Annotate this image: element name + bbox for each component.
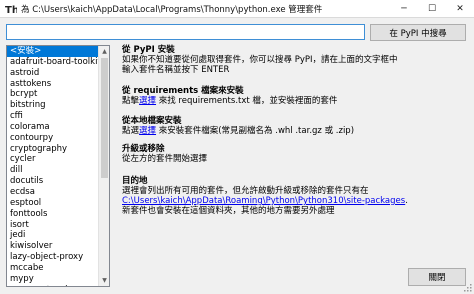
title-bar: Th 為 C:\Users\kaich\AppData\Local\Progra… [0,0,474,18]
scroll-thumb[interactable] [101,58,108,178]
section-target: 目的地 選裡會列出所有可用的套件，但允許啟動升級或移除的套件只有在 C:\Use… [122,176,467,216]
package-list-item[interactable]: docutils [7,176,99,187]
window-title: 為 C:\Users\kaich\AppData\Local\Programs\… [21,5,323,15]
package-list-item[interactable]: cycler [7,154,99,165]
package-list-item[interactable]: esptool [7,198,99,209]
package-list-item[interactable]: <安裝> [7,46,99,57]
section-text: 新套件也會安裝在這個資料夾，其他的地方需要另外處理 [122,206,335,216]
section-heading: 從本地檔案安裝 [122,116,182,126]
maximize-button[interactable]: ☐ [418,0,446,18]
svg-text:Th: Th [5,5,17,15]
text-prefix: 點選 [122,126,140,136]
package-list-item[interactable]: lazy-object-proxy [7,252,99,263]
section-text: 從左方的套件開始選擇 [122,154,208,164]
package-list-item[interactable]: adafruit-board-toolkit [7,57,99,68]
section-install-from-requirements: 從 requirements 檔案來安裝 點擊選擇 來找 requirement… [122,86,467,106]
package-list-item[interactable]: mypy-extensions [7,285,99,286]
section-heading: 從 requirements 檔案來安裝 [122,86,244,96]
section-install-from-pypi: 從 PyPI 安裝 如果你不知道要從何處取得套件，你可以搜尋 PyPI，請在上面… [122,45,467,75]
resize-grip-icon[interactable] [464,284,472,292]
select-local-file-link[interactable]: 選擇 [139,126,156,136]
package-list-item[interactable]: asttokens [7,79,99,90]
close-window-button[interactable]: ✕ [446,0,474,18]
package-list-item[interactable]: bitstring [7,100,99,111]
package-list-item[interactable]: cryptography [7,144,99,155]
section-text: 點選選擇 來安裝套件檔案(常見副檔名為 .whl .tar.gz 或 .zip) [122,126,467,136]
package-list-item[interactable]: astroid [7,68,99,79]
package-list[interactable]: <安裝> adafruit-board-toolkit astroid asttoke… [6,45,110,287]
package-list-item[interactable]: contourpy [7,133,99,144]
section-text: C:\Users\kaich\AppData\Roaming\Python\Py… [122,196,467,206]
section-heading: 從 PyPI 安裝 [122,45,175,55]
text-suffix: 來安裝套件檔案(常見副檔名為 .whl .tar.gz 或 .zip) [158,126,355,136]
section-text: 選裡會列出所有可用的套件，但允許啟動升級或移除的套件只有在 [122,186,369,196]
package-list-item[interactable]: kiwisolver [7,241,99,252]
scroll-down-arrow-icon[interactable]: ▼ [99,275,109,286]
package-list-item[interactable]: dill [7,165,99,176]
package-list-item[interactable]: colorama [7,122,99,133]
package-list-item[interactable]: mccabe [7,263,99,274]
package-list-item[interactable]: mypy [7,274,99,285]
section-heading: 目的地 [122,176,148,186]
package-list-item[interactable]: bcrypt [7,89,99,100]
package-list-item[interactable]: jedi [7,230,99,241]
package-list-item[interactable]: fonttools [7,209,99,220]
text-prefix: 點擊 [122,96,140,106]
section-install-from-local-file: 從本地檔案安裝 點選選擇 來安裝套件檔案(常見副檔名為 .whl .tar.gz… [122,116,467,136]
select-requirements-link[interactable]: 選擇 [139,96,156,106]
section-heading: 升級或移除 [122,144,165,154]
section-text: 點擊選擇 來找 requirements.txt 檔，並安裝裡面的套件 [122,96,467,106]
site-packages-path-link[interactable]: C:\Users\kaich\AppData\Roaming\Python\Py… [122,196,405,206]
package-list-item[interactable]: ecdsa [7,187,99,198]
package-search-input[interactable] [6,24,365,40]
section-text: 如果你不知道要從何處取得套件，你可以搜尋 PyPI，請在上面的文字框中 [122,55,398,65]
scroll-up-arrow-icon[interactable]: ▲ [99,46,109,57]
search-pypi-button[interactable]: 在 PyPI 中搜尋 [370,24,466,41]
minimize-button[interactable]: ─ [390,0,418,18]
package-list-items: <安裝> adafruit-board-toolkit astroid asttoke… [7,46,99,286]
package-list-scrollbar[interactable]: ▲ ▼ [98,46,109,286]
package-list-item[interactable]: isort [7,220,99,231]
path-suffix: . [405,196,408,206]
package-list-item[interactable]: cffi [7,111,99,122]
thonny-logo-icon: Th [5,5,17,15]
close-button[interactable]: 關閉 [408,268,466,286]
section-text: 輸入套件名稱並按下 ENTER [122,65,230,75]
text-suffix: 來找 requirements.txt 檔，並安裝裡面的套件 [158,96,338,106]
section-upgrade-or-remove: 升級或移除 從左方的套件開始選擇 [122,144,467,164]
